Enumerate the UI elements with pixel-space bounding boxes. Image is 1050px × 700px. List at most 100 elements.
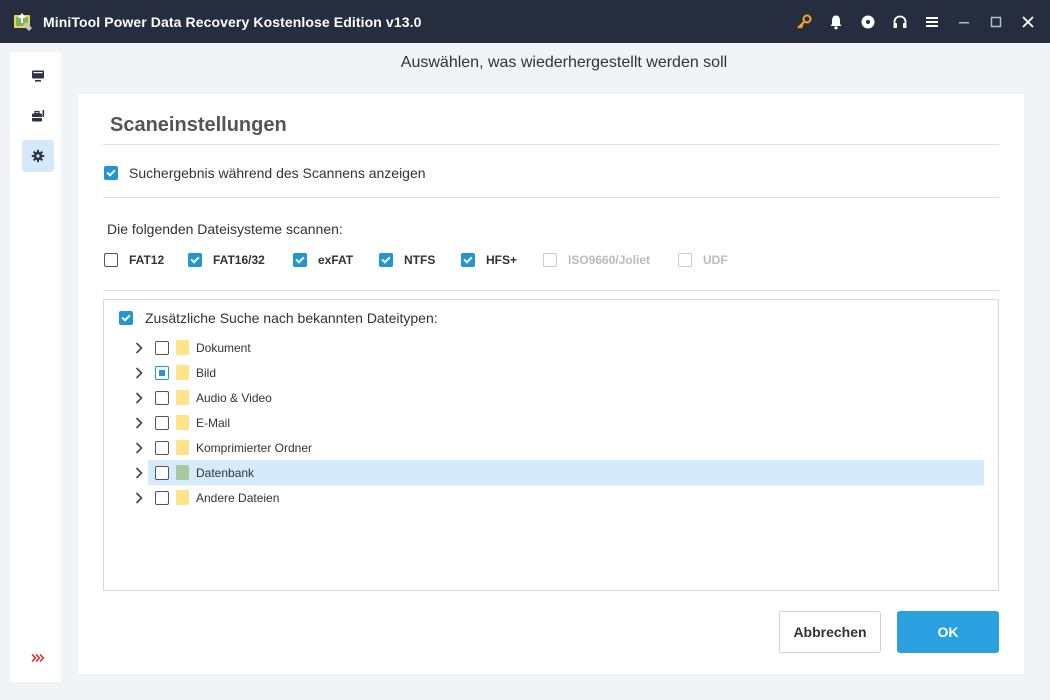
fs-checkbox[interactable]	[461, 253, 475, 267]
chevron-right-icon[interactable]	[132, 466, 146, 480]
close-button[interactable]	[1012, 0, 1044, 43]
minimize-icon	[959, 21, 969, 23]
fs-label: exFAT	[318, 253, 354, 267]
show-results-checkbox[interactable]	[104, 166, 118, 180]
fs-heading-row: Die folgenden Dateisysteme scannen:	[107, 221, 343, 237]
tree-item-label: Andere Dateien	[196, 490, 280, 505]
minimize-button[interactable]	[948, 0, 980, 43]
monitor-icon	[32, 70, 44, 82]
fs-checkbox[interactable]	[188, 253, 202, 267]
fs-option-exfat[interactable]: exFAT	[293, 253, 353, 267]
fs-heading: Die folgenden Dateisysteme scannen:	[107, 221, 343, 237]
tree-item-checkbox[interactable]	[155, 390, 169, 405]
page-title: Auswählen, was wiederhergestellt werden …	[400, 54, 728, 71]
app-logo-icon	[14, 12, 32, 31]
maximize-button[interactable]	[980, 0, 1012, 43]
tree-item-checkbox[interactable]	[155, 465, 169, 480]
window-title: MiniTool Power Data Recovery Kostenlose …	[43, 13, 422, 30]
tree-item-bild[interactable]: Bild	[135, 360, 984, 385]
tree-item-label: E-Mail	[196, 415, 231, 430]
chevron-right-icon[interactable]	[132, 391, 146, 405]
fs-label: FAT16/32	[213, 253, 265, 267]
fs-checkbox[interactable]	[379, 253, 393, 267]
support-button[interactable]	[884, 0, 916, 43]
divider	[103, 144, 999, 145]
tree-item-dokument[interactable]: Dokument	[135, 335, 984, 360]
fs-option-fat12[interactable]: FAT12	[104, 253, 164, 267]
fs-checkbox	[678, 253, 692, 267]
divider	[103, 290, 999, 291]
tree-item-andere-dateien[interactable]: Andere Dateien	[135, 485, 984, 510]
chevron-right-icon[interactable]	[132, 441, 146, 455]
folder-icon	[176, 365, 189, 380]
sidebar-item-recovery[interactable]	[22, 60, 54, 92]
gear-icon	[31, 149, 45, 163]
panel-title: Scaneinstellungen	[110, 114, 287, 136]
key-icon	[797, 14, 812, 29]
maximize-icon	[990, 16, 1002, 27]
chevron-right-icon[interactable]	[132, 491, 146, 505]
tree-item-audio-video[interactable]: Audio & Video	[135, 385, 984, 410]
tree-item-checkbox[interactable]	[155, 415, 169, 430]
fs-checkbox	[543, 253, 557, 267]
sidebar-expand-button[interactable]	[22, 642, 54, 674]
toolbox-icon	[32, 110, 45, 122]
license-key-button[interactable]	[788, 0, 820, 43]
tree-item-label: Audio & Video	[196, 390, 272, 405]
sidebar-item-toolkit[interactable]	[22, 100, 54, 132]
tree-item-checkbox[interactable]	[155, 365, 169, 380]
fs-label: FAT12	[129, 253, 165, 267]
notifications-button[interactable]	[820, 0, 852, 43]
fs-label: HFS+	[486, 253, 518, 267]
tree-item-checkbox[interactable]	[155, 340, 169, 355]
tree-item-e-mail[interactable]: E-Mail	[135, 410, 984, 435]
chevron-right-icon[interactable]	[132, 366, 146, 380]
fs-label: ISO9660/Joliet	[568, 253, 651, 267]
folder-icon	[176, 465, 189, 480]
cancel-button[interactable]: Abbrechen	[779, 611, 881, 653]
divider	[103, 197, 999, 198]
folder-icon	[176, 490, 189, 505]
folder-icon	[176, 415, 189, 430]
fs-option-ntfs[interactable]: NTFS	[379, 253, 435, 267]
fs-option-hfs-[interactable]: HFS+	[461, 253, 517, 267]
double-chevron-right-icon	[31, 653, 45, 663]
fs-option-iso9660-joliet: ISO9660/Joliet	[543, 253, 650, 267]
show-results-option[interactable]: Suchergebnis während des Scannens anzeig…	[104, 165, 426, 181]
extra-search-label: Zusätzliche Suche nach bekannten Dateity…	[145, 310, 438, 326]
close-icon	[1022, 15, 1034, 28]
chevron-right-icon[interactable]	[132, 416, 146, 430]
tree-item-checkbox[interactable]	[155, 490, 169, 505]
scan-settings-panel: Scaneinstellungen Suchergebnis während d…	[78, 94, 1024, 674]
fs-option-fat16-32[interactable]: FAT16/32	[188, 253, 265, 267]
tree-item-label: Dokument	[196, 340, 251, 355]
tree-item-checkbox[interactable]	[155, 440, 169, 455]
tree-item-label: Datenbank	[196, 465, 255, 480]
chevron-right-icon[interactable]	[132, 341, 146, 355]
sidebar	[10, 52, 61, 682]
folder-icon	[176, 390, 189, 405]
folder-icon	[176, 340, 189, 355]
tree-item-komprimierter-ordner[interactable]: Komprimierter Ordner	[135, 435, 984, 460]
extra-search-checkbox[interactable]	[119, 311, 133, 325]
extra-search-option[interactable]: Zusätzliche Suche nach bekannten Dateity…	[119, 310, 438, 326]
tree-item-datenbank[interactable]: Datenbank	[135, 460, 984, 485]
sidebar-item-settings[interactable]	[22, 140, 54, 172]
ok-button[interactable]: OK	[897, 611, 999, 653]
fs-checkbox[interactable]	[104, 253, 118, 267]
fs-checkbox[interactable]	[293, 253, 307, 267]
menu-button[interactable]	[916, 0, 948, 43]
disc-icon	[861, 15, 875, 28]
fs-label: UDF	[703, 253, 728, 267]
hamburger-icon	[926, 16, 938, 27]
show-results-label: Suchergebnis während des Scannens anzeig…	[129, 165, 426, 181]
tree-item-label: Bild	[196, 365, 217, 380]
folder-icon	[176, 440, 189, 455]
tree-item-label: Komprimierter Ordner	[196, 440, 313, 455]
media-button[interactable]	[852, 0, 884, 43]
file-type-tree: Zusätzliche Suche nach bekannten Dateity…	[103, 299, 999, 591]
bell-icon	[830, 15, 842, 29]
fs-option-udf: UDF	[678, 253, 728, 267]
title-bar: MiniTool Power Data Recovery Kostenlose …	[0, 0, 1050, 43]
headset-icon	[893, 15, 907, 28]
